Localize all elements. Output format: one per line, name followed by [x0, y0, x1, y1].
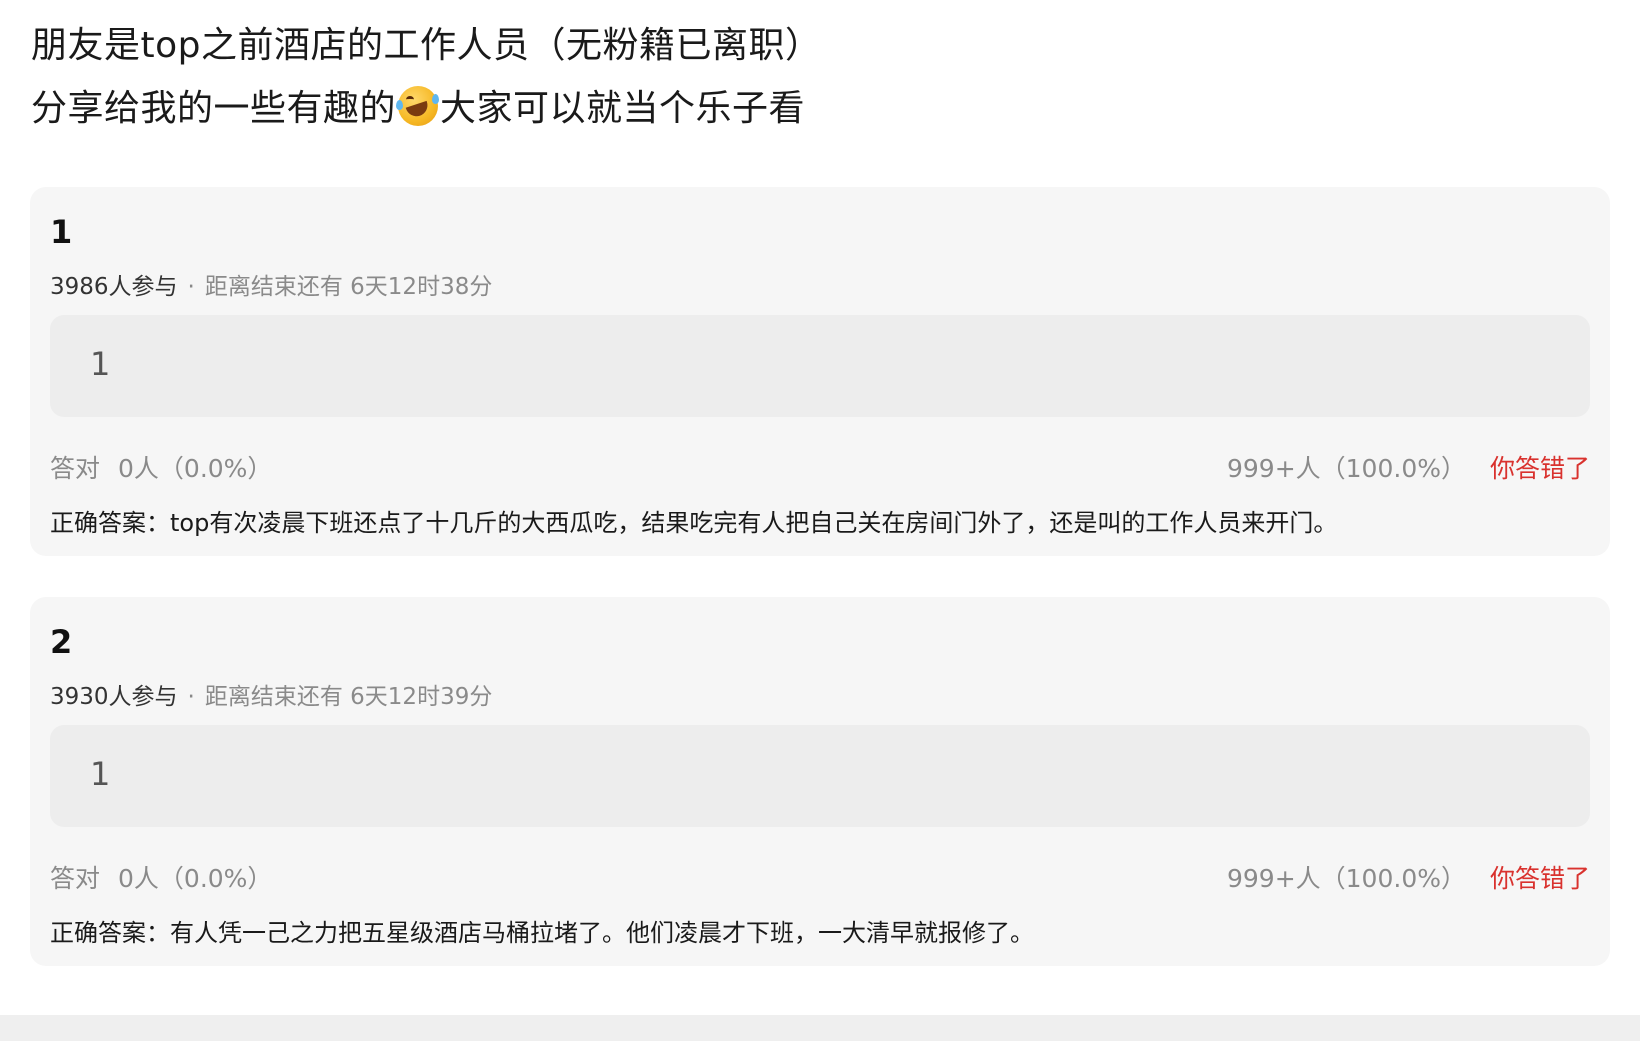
result-stats: 答对 0人（0.0%） 999+人（100.0%） 你答错了: [50, 449, 1590, 485]
correct-label: 答对: [50, 454, 101, 483]
correct-stat: 答对 0人（0.0%）: [50, 449, 272, 485]
correct-stat: 答对 0人（0.0%）: [50, 859, 272, 895]
deadline-countdown: 距离结束还有 6天12时38分: [204, 274, 493, 300]
post-line-2: 分享给我的一些有趣的 大家可以就当个乐子看: [31, 77, 822, 140]
quiz-card-2: 2 3930人参与 · 距离结束还有 6天12时39分 1 答对 0人（0.0%） 9…: [30, 597, 1610, 966]
participant-count: 3930人参与: [50, 684, 178, 710]
quiz-option-button[interactable]: 1: [50, 725, 1590, 827]
post-body: 朋友是top之前酒店的工作人员（无粉籍已离职） 分享给我的一些有趣的 大家可以就当…: [31, 14, 822, 140]
post-line-1: 朋友是top之前酒店的工作人员（无粉籍已离职）: [31, 25, 822, 66]
participant-count: 3986人参与: [50, 274, 178, 300]
wrong-stat: 999+人（100.0%） 你答错了: [1227, 859, 1590, 895]
option-label: 1: [90, 345, 111, 383]
quiz-meta: 3930人参与 · 距离结束还有 6天12时39分: [50, 677, 492, 711]
post-line-2-end: 大家可以就当个乐子看: [440, 88, 806, 129]
quiz-option-button[interactable]: 1: [50, 315, 1590, 417]
quiz-card-1: 1 3986人参与 · 距离结束还有 6天12时38分 1 答对 0人（0.0%） 9…: [30, 187, 1610, 556]
bottom-divider: [0, 1015, 1640, 1041]
verdict-label: 你答错了: [1489, 864, 1590, 893]
quiz-meta: 3986人参与 · 距离结束还有 6天12时38分: [50, 267, 492, 301]
wrong-count: 999+人（100.0%）: [1226, 864, 1466, 893]
result-stats: 答对 0人（0.0%） 999+人（100.0%） 你答错了: [50, 859, 1590, 895]
wrong-stat: 999+人（100.0%） 你答错了: [1227, 449, 1590, 485]
correct-count: 0人（0.0%）: [118, 454, 273, 483]
correct-label: 答对: [50, 864, 101, 893]
meta-separator: ·: [187, 274, 195, 300]
correct-count: 0人（0.0%）: [118, 864, 273, 893]
deadline-countdown: 距离结束还有 6天12时39分: [204, 684, 493, 710]
verdict-label: 你答错了: [1489, 454, 1590, 483]
quiz-number: 2: [50, 623, 73, 661]
correct-answer-text: 正确答案：有人凭一己之力把五星级酒店马桶拉堵了。他们凌晨才下班，一大清早就报修了…: [50, 919, 1034, 947]
quiz-number: 1: [50, 213, 73, 251]
correct-answer-text: 正确答案：top有次凌晨下班还点了十几斤的大西瓜吃，结果吃完有人把自己关在房间门…: [50, 509, 1338, 537]
meta-separator: ·: [187, 684, 195, 710]
option-label: 1: [90, 755, 111, 793]
rolling-on-floor-laughing-emoji-icon: [396, 86, 440, 126]
post-line-2-start: 分享给我的一些有趣的: [31, 88, 397, 129]
wrong-count: 999+人（100.0%）: [1226, 454, 1466, 483]
